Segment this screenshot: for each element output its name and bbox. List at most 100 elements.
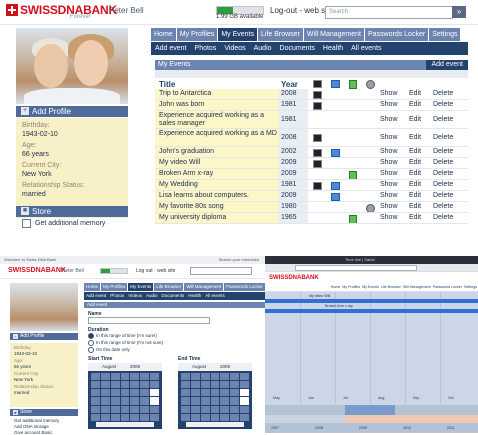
- bl-logo[interactable]: SWISSDNABANK: [8, 267, 66, 274]
- calendar-day-cell[interactable]: [130, 397, 140, 405]
- calendar-day-cell[interactable]: [220, 381, 230, 389]
- show-button[interactable]: Show: [380, 214, 398, 221]
- calendar-day-cell[interactable]: [120, 405, 130, 413]
- show-button[interactable]: Show: [380, 203, 398, 210]
- event-title[interactable]: My favorite 80s song: [159, 203, 277, 211]
- delete-button[interactable]: Delete: [433, 134, 453, 141]
- calendar-day-cell[interactable]: [100, 389, 110, 397]
- bl-subtab-documents[interactable]: Documents: [159, 292, 186, 300]
- edit-button[interactable]: Edit: [409, 134, 421, 141]
- calendar-day-cell[interactable]: [200, 389, 210, 397]
- edit-button[interactable]: Edit: [409, 203, 421, 210]
- calendar-day-cell[interactable]: [200, 413, 210, 421]
- calendar-day-cell[interactable]: [140, 373, 150, 381]
- calendar-day-cell[interactable]: [240, 389, 249, 397]
- calendar-day-cell[interactable]: [130, 413, 140, 421]
- bl-name-input[interactable]: [88, 317, 210, 324]
- calendar-day-cell[interactable]: [181, 389, 190, 397]
- photo-icon[interactable]: [331, 193, 340, 201]
- bl-tab-life-browser[interactable]: Life Browser: [154, 283, 184, 291]
- edit-button[interactable]: Edit: [409, 101, 421, 108]
- calendar-day-cell[interactable]: [230, 381, 240, 389]
- calendar-day-cell[interactable]: [120, 381, 130, 389]
- show-button[interactable]: Show: [380, 90, 398, 97]
- calendar-day-cell[interactable]: [190, 405, 200, 413]
- calendar-day-cell[interactable]: [210, 413, 220, 421]
- bl-store-item-1[interactable]: Get additional memory: [14, 418, 59, 423]
- calendar-day-cell[interactable]: [110, 405, 120, 413]
- calendar-day-cell[interactable]: [181, 405, 190, 413]
- calendar-day-cell[interactable]: [200, 373, 210, 381]
- bl-store-header[interactable]: ■ Store: [10, 409, 78, 416]
- calendar-day-cell[interactable]: [210, 405, 220, 413]
- br-tab-will-management[interactable]: Will Management: [402, 284, 432, 291]
- calendar-day-cell[interactable]: [210, 389, 220, 397]
- edit-button[interactable]: Edit: [409, 214, 421, 221]
- calendar-day-cell[interactable]: [91, 381, 100, 389]
- br-tab-life-browser[interactable]: Life Browser: [380, 284, 402, 291]
- show-button[interactable]: Show: [380, 181, 398, 188]
- photo-icon[interactable]: [331, 182, 340, 190]
- calendar-year[interactable]: 2009: [220, 364, 230, 369]
- search-input[interactable]: Search: [325, 6, 453, 19]
- calendar-day-cell[interactable]: [230, 389, 240, 397]
- calendar-day-cell[interactable]: [91, 413, 100, 421]
- bl-subtab-health[interactable]: Health: [186, 292, 203, 300]
- calendar-day-cell[interactable]: [220, 413, 230, 421]
- get-additional-memory-link[interactable]: Get additional memory: [22, 219, 105, 228]
- calendar-day-cell[interactable]: [190, 413, 200, 421]
- calendar-day-cell[interactable]: [190, 373, 200, 381]
- event-title[interactable]: My university diploma: [159, 214, 277, 222]
- br-address-field[interactable]: [295, 265, 417, 271]
- calendar-day-cell[interactable]: [210, 381, 220, 389]
- bl-radio-date-only[interactable]: On this date only: [88, 347, 130, 353]
- photo-icon[interactable]: [331, 149, 340, 157]
- event-title[interactable]: Trip to Antarctica: [159, 90, 277, 98]
- calendar-day-cell[interactable]: [220, 389, 230, 397]
- bl-tab-my-events[interactable]: My Events: [128, 283, 154, 291]
- calendar-day-cell[interactable]: [140, 405, 150, 413]
- calendar-day-cell[interactable]: [140, 381, 150, 389]
- event-title[interactable]: John's graduation: [159, 148, 277, 156]
- delete-button[interactable]: Delete: [433, 192, 453, 199]
- event-title[interactable]: Experience acquired working as a MD: [159, 130, 277, 138]
- calendar-day-cell[interactable]: [181, 373, 190, 381]
- show-button[interactable]: Show: [380, 192, 398, 199]
- calendar-day-cell[interactable]: [130, 373, 140, 381]
- delete-button[interactable]: Delete: [433, 101, 453, 108]
- bl-radio-sure[interactable]: In this range of time (I'm sure!): [88, 333, 157, 339]
- calendar-day-cell[interactable]: [110, 373, 120, 381]
- calendar-day-cell[interactable]: [120, 413, 130, 421]
- film-icon[interactable]: [313, 102, 322, 110]
- tab-my-profiles[interactable]: My Profiles: [176, 28, 218, 41]
- timeline-event-label[interactable]: My video Will: [309, 294, 330, 298]
- event-title[interactable]: My video Will: [159, 159, 277, 167]
- bl-store-item-2[interactable]: Add DNA storage: [14, 424, 49, 429]
- add-event-button[interactable]: Add event: [426, 60, 468, 70]
- calendar-month[interactable]: August: [192, 364, 206, 369]
- calendar-day-cell[interactable]: [140, 413, 150, 421]
- calendar-day-cell[interactable]: [130, 381, 140, 389]
- br-tab-home[interactable]: Home: [330, 284, 342, 291]
- event-title[interactable]: Lisa learns about computers.: [159, 192, 277, 200]
- show-button[interactable]: Show: [380, 159, 398, 166]
- calendar-day-cell[interactable]: [150, 405, 159, 413]
- film-icon[interactable]: [313, 160, 322, 168]
- show-button[interactable]: Show: [380, 134, 398, 141]
- calendar-day-cell[interactable]: [240, 405, 249, 413]
- timeline-event-label[interactable]: Broken Arm x-ray: [325, 304, 353, 308]
- timeline-overview[interactable]: 2007 2008 2009 2010 2011: [265, 405, 478, 433]
- bl-subtab-add-event[interactable]: Add event: [84, 292, 108, 300]
- bl-radio-not-sure[interactable]: In this range of time (I'm not sure): [88, 340, 163, 346]
- calendar-day-cell[interactable]: [130, 405, 140, 413]
- show-button[interactable]: Show: [380, 116, 398, 123]
- calendar-day-cell[interactable]: [110, 397, 120, 405]
- delete-button[interactable]: Delete: [433, 159, 453, 166]
- bl-tab-passwords-locker[interactable]: Passwords Locker: [224, 283, 265, 291]
- calendar-day-cell[interactable]: [140, 397, 150, 405]
- calendar-month[interactable]: August: [102, 364, 116, 369]
- calendar-day-cell[interactable]: [150, 389, 159, 397]
- edit-button[interactable]: Edit: [409, 148, 421, 155]
- calendar-day-cell[interactable]: [100, 413, 110, 421]
- bl-search-input[interactable]: [190, 267, 252, 275]
